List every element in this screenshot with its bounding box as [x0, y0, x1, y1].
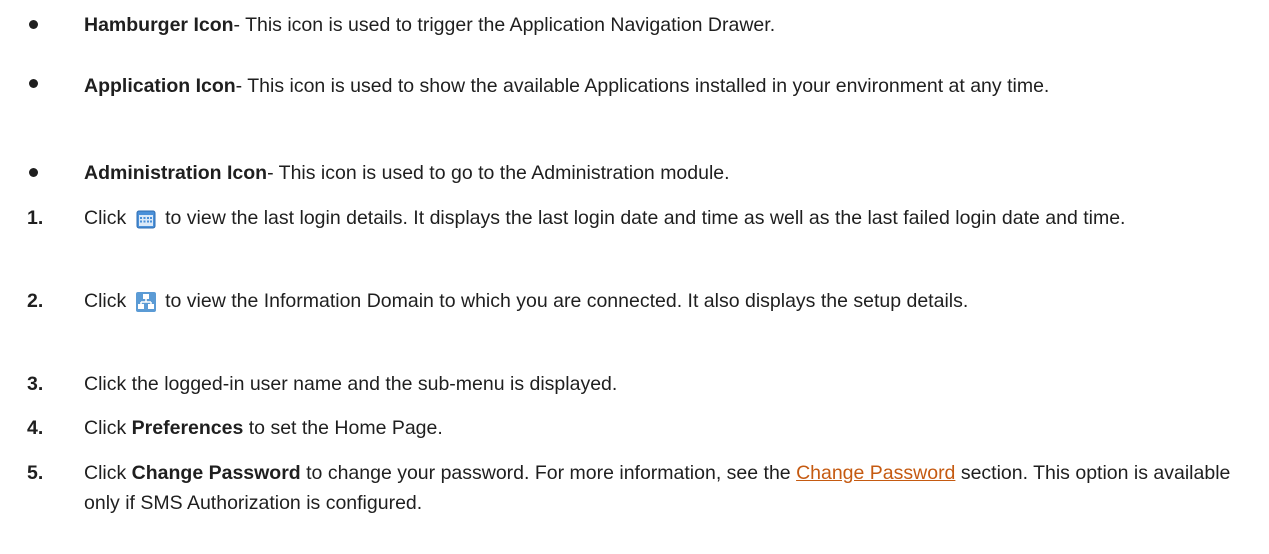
step-number: 3. — [27, 373, 44, 395]
bullet-dot — [29, 20, 38, 29]
bullet-term: Application Icon — [84, 75, 236, 97]
change-password-label: Change Password — [131, 462, 301, 484]
calendar-icon[interactable] — [136, 207, 156, 229]
step-text: Click — [84, 207, 127, 229]
bullet-term: Hamburger Icon — [84, 14, 234, 36]
bullet-dot — [29, 168, 38, 177]
bullet-description: - This icon is used to show the availabl… — [235, 75, 1050, 97]
step-text: to change your password. For more inform… — [306, 462, 791, 484]
step-text: to view the Information Domain to which … — [165, 290, 969, 312]
step-text: to view the last login details. It displ… — [165, 207, 1126, 229]
step-text: Click — [84, 462, 127, 484]
bullet-dot — [29, 79, 38, 88]
step-text: to set the Home Page. — [248, 417, 443, 439]
step-number: 4. — [27, 417, 44, 439]
step-number: 5. — [27, 462, 44, 484]
network-icon[interactable] — [135, 290, 156, 313]
step-text: Click — [84, 417, 127, 439]
change-password-link[interactable]: Change Password — [796, 462, 955, 484]
bullet-description: - This icon is used to trigger the Appli… — [233, 14, 776, 36]
bullet-description: - This icon is used to go to the Adminis… — [267, 162, 730, 184]
bullet-term: Administration Icon — [84, 162, 268, 184]
preferences-label: Preferences — [131, 417, 244, 439]
step-number: 1. — [27, 207, 44, 229]
step-text: Click the logged-in user name and the su… — [84, 373, 618, 395]
document-page: Hamburger Icon- This icon is used to tri… — [0, 0, 1269, 554]
step-number: 2. — [27, 290, 44, 312]
step-text: Click — [84, 290, 127, 312]
